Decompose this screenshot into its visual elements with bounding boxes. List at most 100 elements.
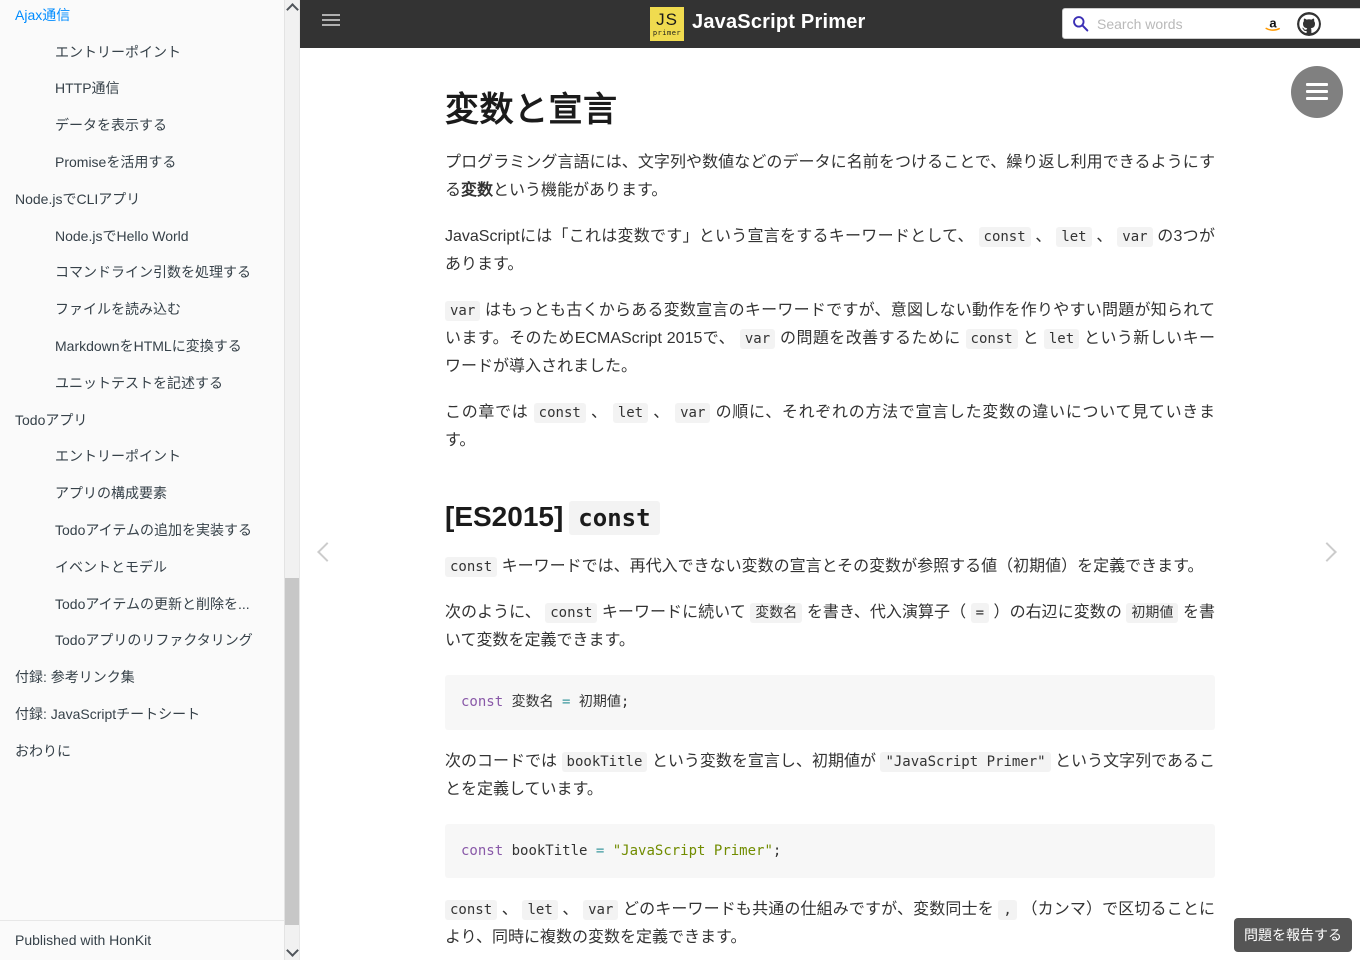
sidebar-item[interactable]: アプリの構成要素 <box>0 475 285 512</box>
paragraph: この章では const 、 let 、 var の順に、それぞれの方法で宣言した… <box>445 399 1215 455</box>
sidebar-item[interactable]: データを表示する <box>0 107 285 144</box>
chevron-left-icon <box>317 542 337 562</box>
sidebar-item[interactable]: 付録: 参考リンク集 <box>0 659 285 696</box>
sidebar-item[interactable]: Todoアプリのリファクタリング <box>0 622 285 659</box>
sidebar-item[interactable]: ファイルを読み込む <box>0 291 285 328</box>
report-issue-button[interactable]: 問題を報告する <box>1234 918 1352 952</box>
sidebar-item-label: イベントとモデル <box>55 558 167 575</box>
section-heading-code: const <box>569 500 660 535</box>
inline-code: var <box>1117 226 1153 247</box>
inline-code: let <box>612 402 649 423</box>
scrollbar-up-arrow-icon[interactable] <box>285 0 299 17</box>
sidebar-item[interactable]: おわりに <box>0 733 285 770</box>
sidebar-item-label: データを表示する <box>55 117 167 134</box>
sidebar-item[interactable]: Promiseを活用する <box>0 144 285 181</box>
amazon-icon[interactable]: a <box>1261 12 1285 36</box>
toggle-sidebar-icon[interactable] <box>322 14 342 34</box>
sidebar-scrollbar-track[interactable] <box>284 0 299 960</box>
sidebar-item-label: Promiseを活用する <box>55 153 177 170</box>
sidebar-item[interactable]: イベントとモデル <box>0 549 285 586</box>
code-token: ; <box>772 842 782 859</box>
inline-code: const <box>445 899 498 920</box>
sidebar-item-label: Node.jsでHello World <box>55 227 189 244</box>
code-token: 初期値; <box>570 694 630 711</box>
sidebar-item[interactable]: HTTP通信 <box>0 70 285 107</box>
inline-code: var <box>739 328 776 349</box>
sidebar-item[interactable]: 付録: JavaScriptチートシート <box>0 696 285 733</box>
text-run: という変数を宣言し、初期値が <box>647 752 881 770</box>
text-run: 、 <box>1030 227 1057 245</box>
paragraph: const 、 let 、 var どのキーワードも共通の仕組みですが、変数同士… <box>445 896 1215 952</box>
inline-code: let <box>1056 226 1092 247</box>
sidebar-item[interactable]: Todoアイテムの追加を実装する <box>0 512 285 549</box>
sidebar-item[interactable]: エントリーポイント <box>0 438 285 475</box>
sidebar-item-label: ユニットテストを記述する <box>55 374 223 391</box>
inline-code: = <box>970 603 990 624</box>
section-heading-label: [ES2015] <box>445 500 564 532</box>
floating-menu-button[interactable] <box>1291 66 1343 118</box>
sidebar-item-label: ファイルを読み込む <box>55 301 181 318</box>
sidebar-item-label: Todoアイテムの追加を実装する <box>55 521 252 538</box>
sidebar-item-label: HTTP通信 <box>55 80 120 97</box>
inline-code: "JavaScript Primer" <box>880 751 1051 772</box>
sidebar-item[interactable]: ユニットテストを記述する <box>0 365 285 402</box>
sidebar-item-label: Ajax通信 <box>15 6 71 23</box>
published-with-honkit-link[interactable]: Published with HonKit <box>0 921 285 959</box>
next-page-button[interactable] <box>1317 538 1348 573</box>
inline-code: var <box>675 402 711 423</box>
sidebar-item[interactable]: Node.jsでHello World <box>0 218 285 255</box>
page-content: 変数と宣言 プログラミング言語には、文字列や数値などのデータに名前をつけることで… <box>445 48 1215 960</box>
code-token: bookTitle <box>503 842 596 859</box>
inline-code: let <box>1043 328 1080 349</box>
previous-page-button[interactable] <box>312 538 342 573</box>
text-run: 、 <box>1091 227 1118 245</box>
inline-code: const <box>978 226 1031 247</box>
sidebar-item-label: アプリの構成要素 <box>55 485 167 502</box>
sidebar-item-label: 付録: JavaScriptチートシート <box>15 705 201 722</box>
text-run: キーワードでは、再代入できない変数の宣言とその変数が参照する値（初期値）を定義で… <box>497 558 1204 576</box>
sidebar-item[interactable]: Ajax通信 <box>0 0 285 34</box>
site-logo[interactable]: JS primer <box>650 7 684 41</box>
inline-code: let <box>522 899 558 920</box>
bold-text: 変数 <box>461 181 494 199</box>
text-run: ）の右辺に変数の <box>989 604 1127 622</box>
text-run: 次のように、 <box>445 604 546 622</box>
content-blocks: プログラミング言語には、文字列や数値などのデータに名前をつけることで、繰り返し利… <box>445 149 1215 960</box>
text-run: どのキーワードも共通の仕組みですが、変数同士を <box>618 900 999 918</box>
sidebar-scrollbar-thumb[interactable] <box>285 578 299 925</box>
code-token: "JavaScript Primer" <box>612 842 773 859</box>
sidebar-nav: アプリケーション開発の準備Ajax通信エントリーポイントHTTP通信データを表示… <box>0 0 285 770</box>
sidebar-item-label: 付録: 参考リンク集 <box>15 669 135 686</box>
sidebar-item[interactable]: Todoアプリ <box>0 402 285 439</box>
sidebar-item[interactable]: Todoアイテムの更新と削除を... <box>0 586 285 623</box>
hamburger-bar <box>1306 83 1328 86</box>
hamburger-bar <box>322 24 340 26</box>
github-icon[interactable] <box>1297 12 1321 36</box>
code-block: const 変数名 = 初期値; <box>445 675 1215 730</box>
text-run: と <box>1017 329 1044 347</box>
sidebar-item-label: エントリーポイント <box>55 43 181 60</box>
inline-code: const <box>533 402 586 423</box>
section-heading: [ES2015] const <box>445 499 1215 535</box>
text-run: 次のコードでは <box>445 752 562 770</box>
inline-code: var <box>583 899 619 920</box>
sidebar-item-label: MarkdownをHTMLに変換する <box>55 337 242 354</box>
sidebar-item[interactable]: Node.jsでCLIアプリ <box>0 181 285 218</box>
text-run: を書き、代入演算子（ <box>802 604 971 622</box>
paragraph: JavaScriptには「これは変数です」という宣言をするキーワードとして、 c… <box>445 223 1215 279</box>
sidebar-footer: Published with HonKit <box>0 920 285 960</box>
sidebar-item[interactable]: MarkdownをHTMLに変換する <box>0 328 285 365</box>
site-title[interactable]: JavaScript Primer <box>692 11 866 34</box>
scrollbar-down-arrow-icon[interactable] <box>285 943 299 960</box>
hamburger-bar <box>322 19 340 21</box>
sidebar-item[interactable]: エントリーポイント <box>0 34 285 71</box>
inline-code: var <box>445 300 481 321</box>
text-run: JavaScriptには「これは変数です」という宣言をするキーワードとして、 <box>445 227 979 245</box>
sidebar: アプリケーション開発の準備Ajax通信エントリーポイントHTTP通信データを表示… <box>0 0 300 960</box>
sidebar-item[interactable]: コマンドライン引数を処理する <box>0 254 285 291</box>
text-run: という機能があります。 <box>493 181 668 199</box>
text-run: 、 <box>585 403 613 421</box>
code-block: const bookTitle = "JavaScript Primer"; <box>445 823 1215 878</box>
svg-text:a: a <box>1269 16 1277 31</box>
paragraph: const キーワードでは、再代入できない変数の宣言とその変数が参照する値（初期… <box>445 553 1215 581</box>
